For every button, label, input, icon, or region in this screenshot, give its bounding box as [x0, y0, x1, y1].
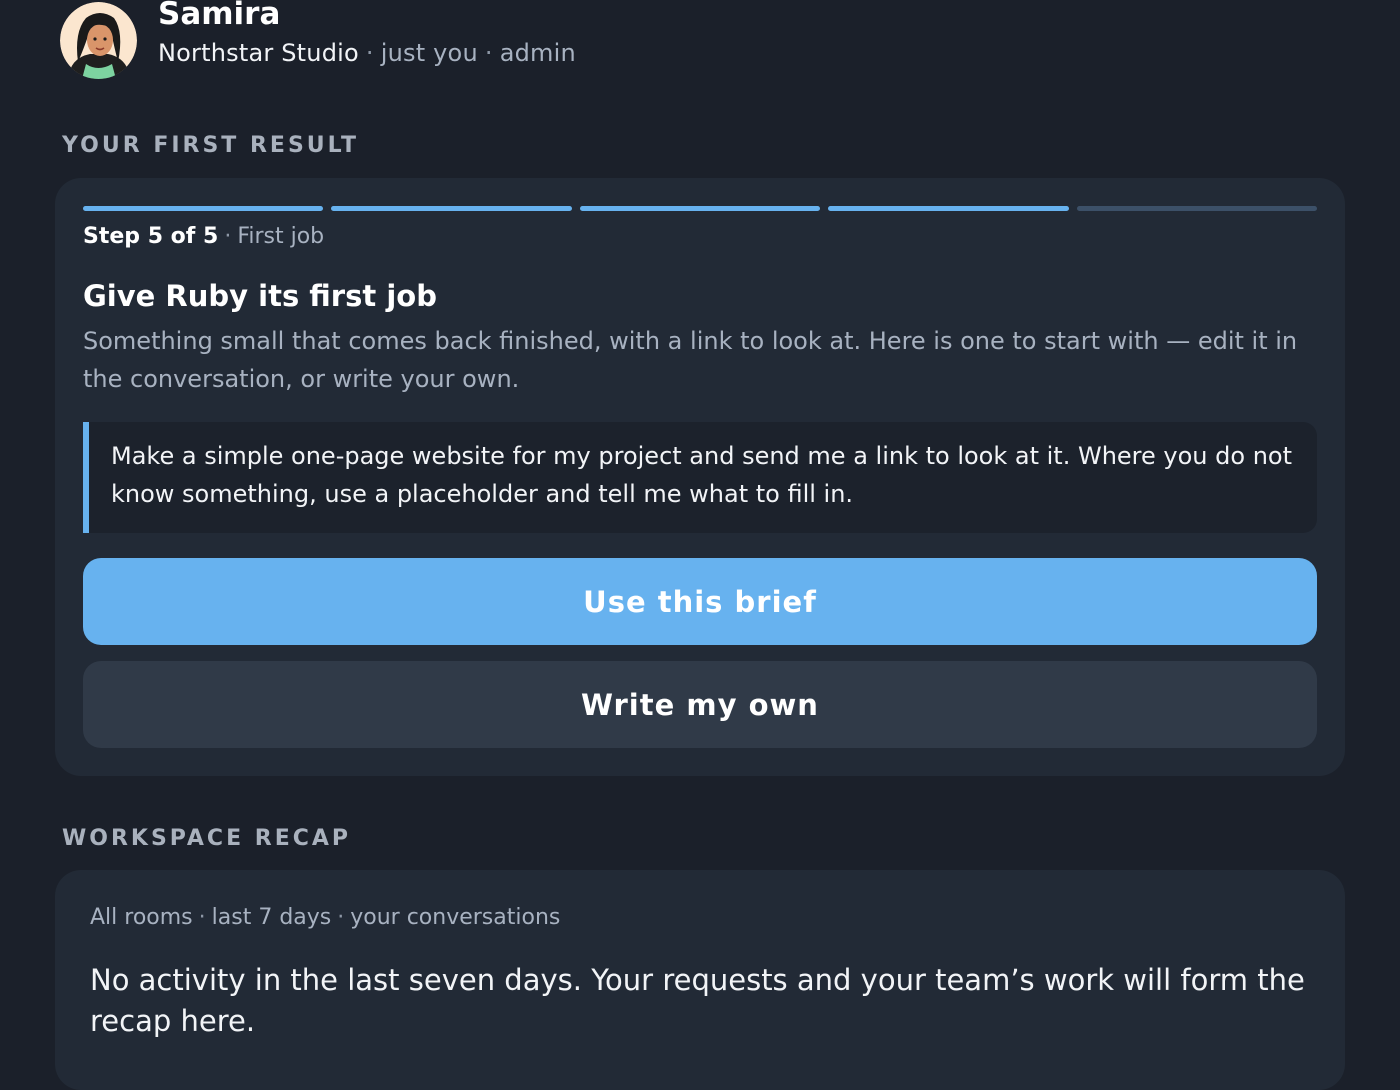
step-progress-bar — [83, 206, 1318, 211]
use-brief-button[interactable]: Use this brief — [83, 558, 1317, 645]
section-title-workspace-recap: WORKSPACE RECAP — [62, 826, 352, 851]
workspace-recap-card: All rooms · last 7 days · your conversations… — [55, 870, 1345, 1090]
profile-text: Samira Northstar Studio · just you · admin — [158, 0, 576, 67]
progress-segment-4 — [828, 206, 1069, 211]
avatar-illustration — [60, 1, 137, 79]
progress-segment-1 — [83, 206, 324, 211]
separator: · — [198, 905, 206, 930]
separator: · — [484, 39, 493, 68]
progress-segment-2 — [331, 206, 572, 211]
role-label: admin — [499, 39, 576, 68]
job-description: Something small that comes back finished… — [83, 327, 1298, 393]
step-name: First job — [237, 224, 325, 249]
profile-name: Samira — [158, 0, 281, 32]
step-label: Step 5 of 5 — [83, 224, 219, 249]
recap-filter-period: last 7 days — [211, 905, 332, 930]
first-result-card: Step 5 of 5 · First job Give Ruby its firs… — [55, 178, 1345, 776]
audience-label: just you — [380, 39, 478, 68]
progress-segment-3 — [579, 206, 821, 211]
step-indicator: Step 5 of 5 · First job — [83, 224, 324, 249]
job-title: Give Ruby its first job — [83, 279, 437, 313]
brief-quote: Make a simple one-page website for my pr… — [83, 422, 1317, 533]
separator: · — [224, 224, 232, 249]
recap-filter-rooms: All rooms — [90, 905, 193, 930]
separator: · — [365, 39, 374, 68]
section-title-first-result: YOUR FIRST RESULT — [62, 133, 360, 158]
avatar[interactable] — [60, 1, 137, 79]
workspace-name: Northstar Studio — [158, 39, 359, 68]
progress-segment-5 — [1076, 206, 1318, 211]
recap-message: No activity in the last seven days. Your… — [90, 963, 1305, 1038]
separator: · — [337, 905, 345, 930]
recap-filter-scope: your conversations — [350, 905, 561, 930]
profile-meta: Northstar Studio · just you · admin — [158, 39, 576, 67]
recap-filters: All rooms · last 7 days · your conversations — [90, 905, 560, 930]
write-own-button[interactable]: Write my own — [83, 661, 1317, 748]
profile-header: Samira Northstar Studio · just you · admin — [60, 0, 576, 80]
